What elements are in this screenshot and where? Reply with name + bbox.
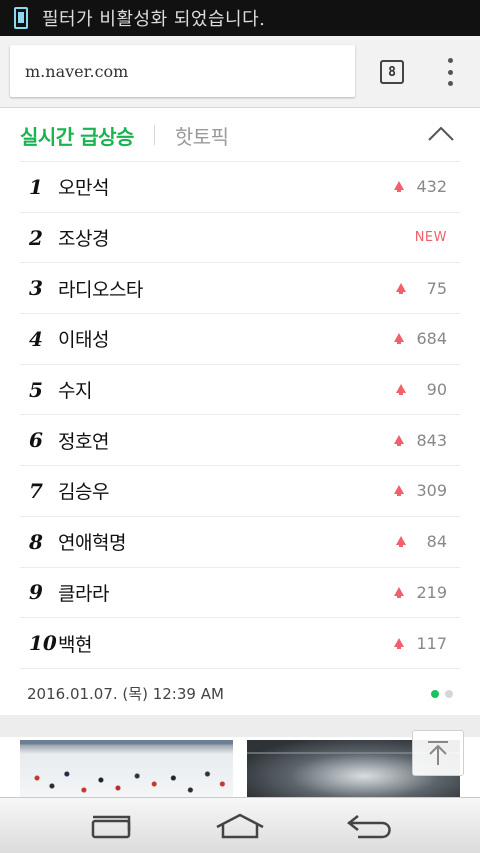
up-arrow-icon	[396, 384, 406, 396]
keyword[interactable]: 김승우	[58, 477, 109, 504]
keyword[interactable]: 오만석	[58, 173, 109, 200]
ranking-item[interactable]: 5 수지 90	[20, 365, 460, 416]
page-dot[interactable]	[445, 690, 453, 698]
page-dot-active[interactable]	[431, 690, 439, 698]
rank-change: 117	[394, 634, 447, 653]
rank-number: 9	[29, 580, 43, 605]
keyword[interactable]: 정호연	[58, 427, 109, 454]
ranking-item[interactable]: 3 라디오스타 75	[20, 263, 460, 315]
rank-change: 843	[394, 431, 447, 450]
up-arrow-icon	[394, 586, 405, 598]
change-value: 75	[426, 278, 447, 298]
up-arrow-icon	[394, 333, 405, 345]
change-value: 90	[426, 380, 447, 400]
change-value: 309	[416, 481, 447, 501]
rank-number: 1	[29, 174, 43, 199]
keyword[interactable]: 클라라	[58, 579, 109, 606]
recent-apps-icon[interactable]	[82, 808, 138, 844]
ranking-footer: 2016.01.07. (목) 12:39 AM	[20, 671, 460, 715]
keyword[interactable]: 수지	[58, 376, 92, 403]
menu-dot	[447, 69, 453, 75]
section-divider	[0, 715, 480, 737]
tab-count-button[interactable]: 8	[380, 60, 404, 84]
url-text[interactable]: m.naver.com	[25, 62, 128, 81]
ranking-list: 1 오만석 432 2 조상경 NEW 3 라디오스타 75 4 이태성 684…	[20, 162, 460, 669]
menu-dot	[447, 81, 453, 86]
home-icon[interactable]	[212, 808, 268, 844]
rank-number: 6	[29, 428, 43, 453]
ranking-item[interactable]: 8 연애혁명 84	[20, 517, 460, 568]
news-thumbnail-image[interactable]	[20, 740, 233, 800]
recent-apps-glyph	[91, 815, 131, 839]
ranking-item[interactable]: 4 이태성 684	[20, 314, 460, 365]
ranking-item[interactable]: 2 조상경 NEW	[20, 213, 460, 264]
change-value: 684	[416, 329, 447, 349]
new-badge: NEW	[414, 230, 447, 246]
keyword[interactable]: 라디오스타	[58, 275, 143, 302]
tab-hottopic[interactable]: 핫토픽	[175, 121, 229, 150]
news-thumbnails	[0, 737, 480, 800]
rank-change: 432	[394, 177, 447, 196]
rank-change: NEW	[415, 230, 447, 245]
arrow-up-icon	[428, 741, 448, 765]
ranking-item[interactable]: 7 김승우 309	[20, 466, 460, 517]
rank-number: 8	[29, 529, 43, 554]
keyword[interactable]: 연애혁명	[58, 528, 126, 555]
keyword[interactable]: 조상경	[58, 224, 109, 251]
tab-realtime[interactable]: 실시간 급상승	[20, 121, 134, 150]
up-arrow-icon	[396, 536, 406, 548]
phone-icon	[14, 7, 28, 29]
ranking-tabs: 실시간 급상승 핫토픽	[20, 109, 460, 162]
change-value: 843	[416, 430, 447, 450]
change-value: 84	[426, 532, 447, 552]
rank-number: 3	[29, 276, 43, 301]
menu-dot	[447, 58, 453, 63]
scroll-to-top-icon[interactable]	[412, 730, 464, 776]
ranking-item[interactable]: 10 백현 117	[20, 618, 460, 669]
realtime-ranking-panel: 실시간 급상승 핫토픽 1 오만석 432 2 조상경 NEW 3 라디오스타	[0, 109, 480, 715]
ranking-item[interactable]: 6 정호연 843	[20, 415, 460, 467]
back-icon[interactable]	[342, 808, 398, 844]
thumbnail-crowd	[20, 762, 233, 800]
address-bar[interactable]: m.naver.com	[10, 45, 355, 97]
rank-change: 75	[396, 279, 447, 298]
up-arrow-icon	[394, 434, 405, 446]
browser-toolbar: m.naver.com 8	[0, 36, 480, 108]
pagination-dots	[431, 690, 453, 698]
system-nav-bar	[0, 797, 480, 853]
rank-number: 7	[29, 478, 43, 503]
change-value: 117	[416, 633, 447, 653]
status-notification-text: 필터가 비활성화 되었습니다.	[42, 9, 266, 30]
back-glyph	[346, 815, 391, 839]
tab-divider	[153, 125, 155, 145]
rank-change: 309	[394, 481, 447, 500]
rank-number: 10	[29, 631, 57, 656]
ranking-item[interactable]: 1 오만석 432	[20, 162, 460, 213]
rank-change: 684	[394, 329, 447, 348]
up-arrow-icon	[396, 282, 406, 294]
up-arrow-icon	[394, 485, 405, 497]
up-arrow-icon	[394, 181, 405, 193]
keyword[interactable]: 이태성	[58, 325, 109, 352]
rank-change: 219	[394, 583, 447, 602]
rank-change: 84	[396, 532, 447, 551]
chevron-up-icon[interactable]	[427, 124, 455, 142]
rank-number: 4	[29, 326, 43, 351]
status-bar: 필터가 비활성화 되었습니다.	[0, 0, 480, 36]
home-glyph	[216, 813, 264, 839]
keyword[interactable]: 백현	[58, 630, 92, 657]
change-value: 432	[416, 177, 447, 197]
more-vert-icon[interactable]	[440, 58, 460, 86]
change-value: 219	[416, 582, 447, 602]
rank-change: 90	[396, 380, 447, 399]
up-arrow-icon	[394, 637, 405, 649]
timestamp: 2016.01.07. (목) 12:39 AM	[27, 684, 224, 703]
rank-number: 5	[29, 377, 43, 402]
rank-number: 2	[29, 225, 43, 250]
ranking-item[interactable]: 9 클라라 219	[20, 568, 460, 619]
